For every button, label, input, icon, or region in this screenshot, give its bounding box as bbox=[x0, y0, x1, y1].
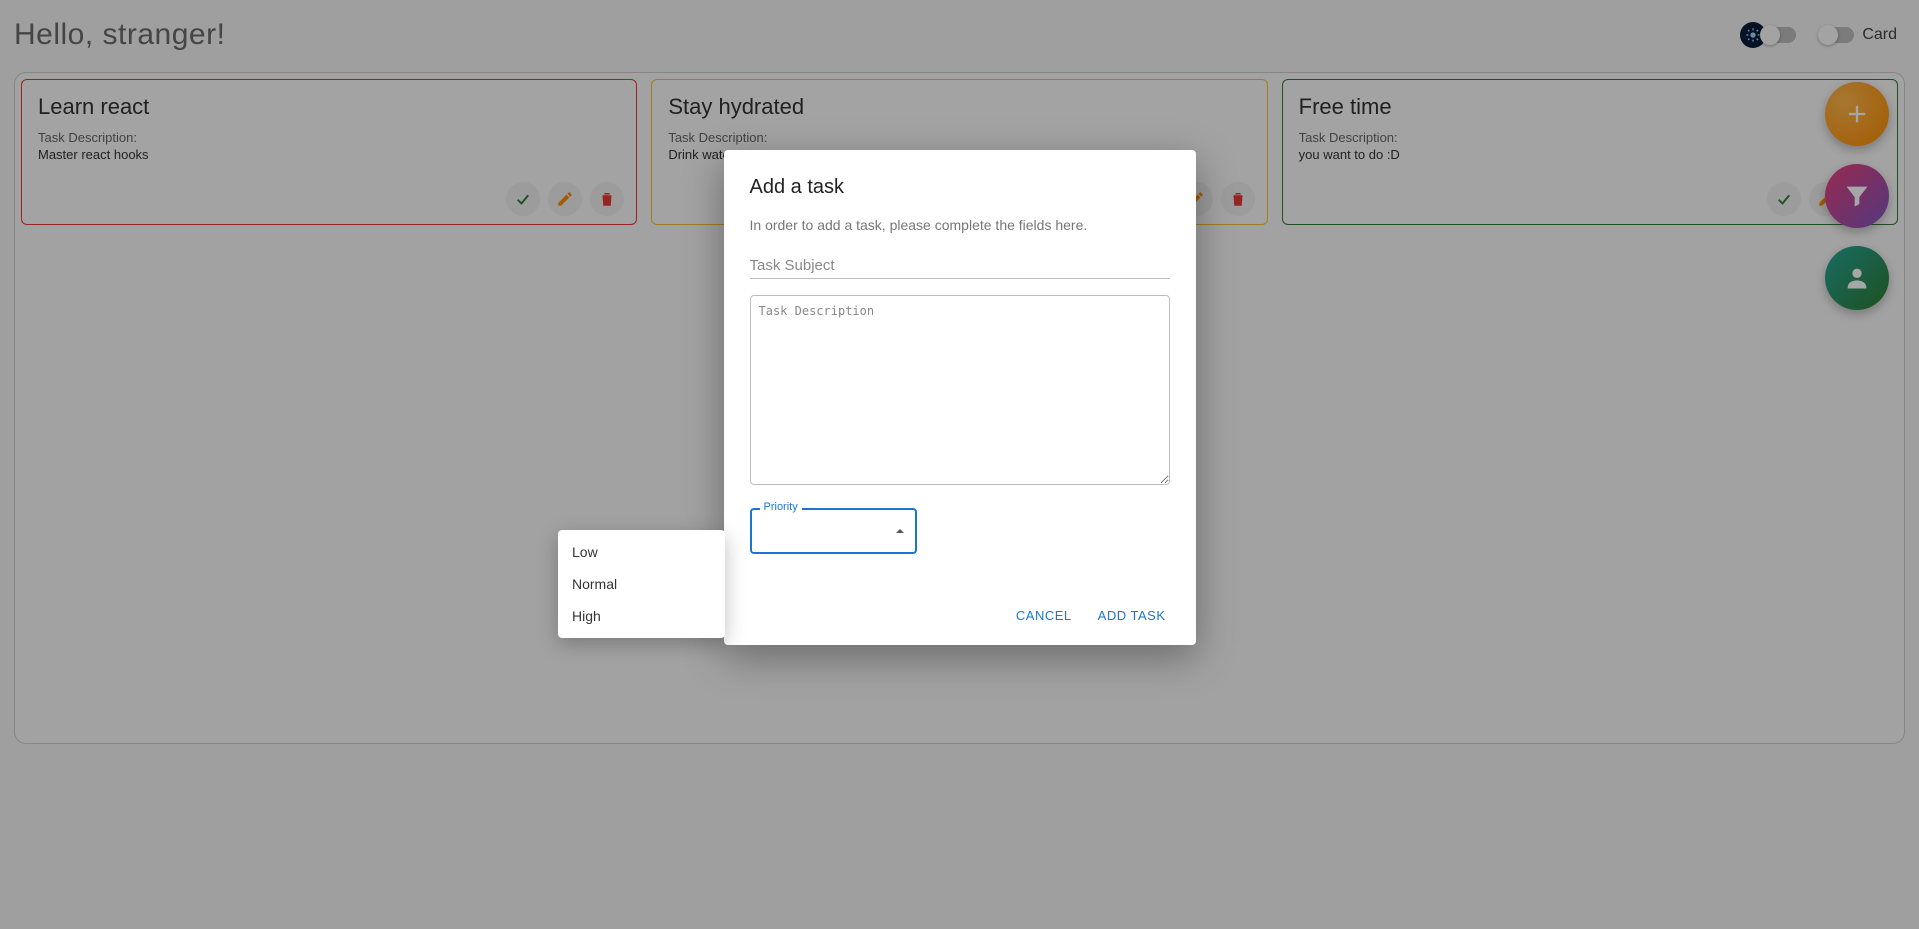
priority-select-box[interactable] bbox=[750, 508, 917, 554]
dialog-title: Add a task bbox=[750, 176, 1170, 199]
priority-option-low[interactable]: Low bbox=[558, 536, 725, 568]
dialog-subtext: In order to add a task, please complete … bbox=[750, 217, 1170, 233]
priority-option-high[interactable]: High bbox=[558, 600, 725, 632]
priority-dropdown: Low Normal High bbox=[558, 530, 725, 638]
add-task-dialog: Add a task In order to add a task, pleas… bbox=[724, 150, 1196, 645]
task-subject-input[interactable] bbox=[750, 253, 1170, 279]
caret-up-icon bbox=[895, 526, 905, 536]
priority-select-label: Priority bbox=[760, 501, 802, 513]
task-description-textarea[interactable] bbox=[750, 295, 1170, 485]
priority-option-normal[interactable]: Normal bbox=[558, 568, 725, 600]
priority-select[interactable]: Priority bbox=[750, 508, 917, 554]
add-task-button[interactable]: ADD TASK bbox=[1094, 602, 1170, 629]
cancel-button[interactable]: CANCEL bbox=[1012, 602, 1076, 629]
dialog-actions: CANCEL ADD TASK bbox=[750, 602, 1170, 629]
